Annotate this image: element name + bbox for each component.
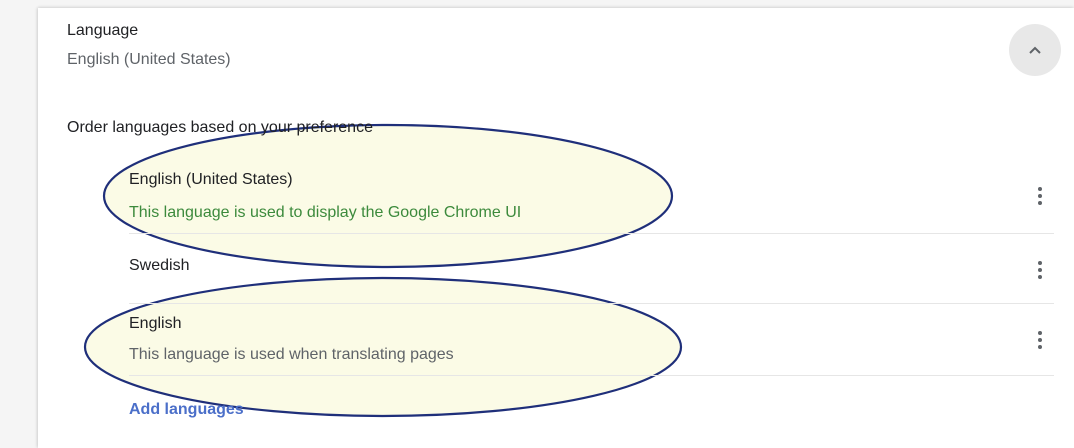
language-description: This language is used to display the Goo… <box>129 204 522 221</box>
collapse-section-button[interactable] <box>1009 24 1061 76</box>
language-menu-button[interactable] <box>1028 328 1052 352</box>
more-vert-icon <box>1038 331 1042 349</box>
language-name: English (United States) <box>129 171 293 188</box>
language-menu-button[interactable] <box>1028 184 1052 208</box>
add-languages-link[interactable]: Add languages <box>129 401 244 419</box>
section-title: Language <box>67 22 139 39</box>
language-row-swedish: Swedish <box>129 233 1054 304</box>
language-name: Swedish <box>129 257 190 274</box>
more-vert-icon <box>1038 261 1042 279</box>
language-row-english-us: English (United States) This language is… <box>129 158 1054 234</box>
language-row-english: English This language is used when trans… <box>129 303 1054 376</box>
chevron-up-icon <box>1029 46 1041 54</box>
language-settings-content: Language English (United States) Order l… <box>38 8 1074 448</box>
more-vert-icon <box>1038 187 1042 205</box>
section-current-language: English (United States) <box>67 51 231 68</box>
language-description: This language is used when translating p… <box>129 346 454 363</box>
language-name: English <box>129 315 182 332</box>
language-menu-button[interactable] <box>1028 258 1052 282</box>
order-languages-heading: Order languages based on your preference <box>67 119 373 136</box>
